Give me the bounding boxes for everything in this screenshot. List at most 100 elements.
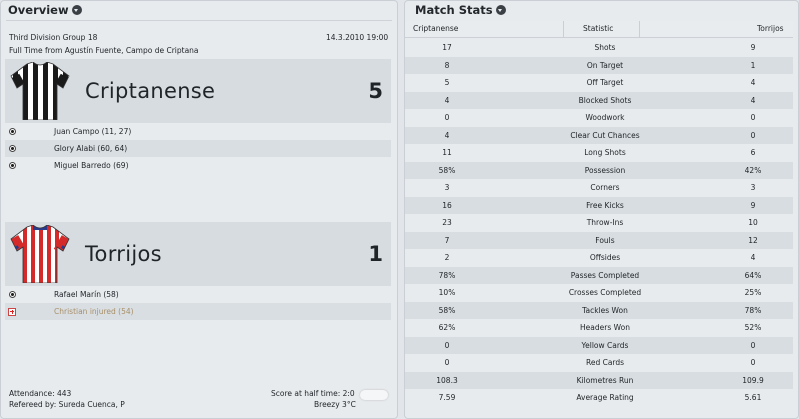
stats-stat-value: Blocked Shots	[578, 95, 632, 105]
stats-stat-value: Offsides	[589, 253, 621, 262]
stats-home-value: 23	[442, 218, 452, 227]
stats-row: 8 On Target 1	[405, 56, 793, 74]
stats-home-value: 7	[444, 235, 450, 245]
stats-home-value: 0	[444, 113, 450, 122]
stats-row: 16 Free Kicks 9	[405, 196, 793, 214]
stats-away-value: 4	[750, 95, 756, 105]
goal-ball-icon	[8, 162, 16, 169]
overview-header[interactable]: Overview	[8, 3, 82, 17]
referee[interactable]: Refereed by: Sureda Cuenca, P	[9, 400, 125, 409]
goal-ball-icon	[8, 291, 16, 298]
stats-away-value: 25%	[744, 288, 762, 297]
stats-stat-value: Shots	[594, 43, 616, 52]
home-event-text[interactable]: Glory Alabi (60, 64)	[54, 144, 127, 153]
stats-table-header: Criptanense Statistic Torrijos	[405, 21, 793, 38]
stats-stat-value: Throw-Ins	[586, 218, 624, 227]
home-team-band: Criptanense 5	[5, 59, 391, 123]
home-event-row: Juan Campo (11, 27)	[5, 123, 391, 140]
stats-stat-value: Passes Completed	[570, 270, 640, 280]
stats-stat-value: Off Target	[586, 78, 624, 87]
goal-ball-icon	[8, 145, 16, 152]
match-stats-title: Match Stats	[415, 3, 493, 17]
stats-home-value: 8	[444, 60, 450, 70]
stats-away-value: 0	[750, 358, 756, 367]
match-datetime: 14.3.2010 19:00	[326, 33, 389, 42]
stats-row: 5 Off Target 4	[405, 74, 793, 92]
stats-home-value: 4	[444, 95, 450, 105]
away-event-text[interactable]: Rafael Marín (58)	[54, 290, 119, 299]
stats-home-value: 10%	[438, 288, 456, 297]
stats-home-value: 58%	[438, 165, 456, 175]
home-team-name[interactable]: Criptanense	[85, 79, 215, 103]
away-event-row: Christian injured (54)	[5, 303, 391, 320]
stats-row: 3 Corners 3	[405, 179, 793, 197]
stats-row: 7 Fouls 12	[405, 231, 793, 249]
stats-away-value: 9	[750, 200, 756, 210]
stats-home-value: 62%	[438, 323, 456, 332]
stats-home-value: 17	[442, 43, 452, 52]
home-event-text[interactable]: Miguel Barredo (69)	[54, 161, 129, 170]
stats-away-value: 109.9	[742, 375, 764, 385]
stats-row: 78% Passes Completed 64%	[405, 266, 793, 284]
stats-away-value: 10	[748, 218, 758, 227]
header-away-team[interactable]: Torrijos	[757, 24, 784, 33]
halftime-score: Score at half time: 2:0	[271, 389, 355, 398]
stats-home-value: 58%	[438, 305, 456, 315]
stats-row: 2 Offsides 4	[405, 249, 793, 267]
stats-row: 58% Possession 42%	[405, 161, 793, 179]
stats-row: 7.59 Average Rating 5.61	[405, 389, 793, 407]
stats-away-value: 0	[750, 113, 756, 122]
competition-name[interactable]: Third Division Group 18	[9, 33, 97, 42]
stats-stat-value: Tackles Won	[582, 305, 628, 315]
overview-divider	[6, 20, 392, 21]
stats-away-value: 3	[750, 183, 756, 192]
stats-home-value: 3	[444, 183, 450, 192]
stats-home-value: 0	[444, 358, 450, 367]
home-shirt-icon	[10, 62, 70, 120]
stats-row: 17 Shots 9	[405, 39, 793, 57]
stats-stat-value: Long Shots	[584, 148, 626, 157]
stats-row: 4 Clear Cut Chances 0	[405, 126, 793, 144]
away-event-text[interactable]: Christian injured (54)	[54, 307, 134, 316]
stats-stat-value: Headers Won	[580, 323, 630, 332]
stats-stat-value: On Target	[586, 60, 624, 70]
stats-home-value: 5	[444, 78, 450, 87]
header-statistic[interactable]: Statistic	[583, 24, 613, 33]
stats-home-value: 108.3	[436, 375, 458, 385]
stats-home-value: 4	[444, 130, 450, 140]
stats-stat-value: Possession	[584, 165, 626, 175]
stats-away-value: 4	[750, 78, 756, 87]
stats-stat-value: Corners	[590, 183, 620, 192]
chevron-down-icon[interactable]	[495, 5, 506, 15]
stats-home-value: 2	[444, 253, 450, 262]
away-shirt-icon	[10, 225, 70, 283]
column-separator	[563, 21, 564, 38]
goal-ball-icon	[8, 128, 16, 135]
away-team-name[interactable]: Torrijos	[85, 242, 162, 266]
stats-row: 10% Crosses Completed 25%	[405, 284, 793, 302]
stats-home-value: 78%	[438, 270, 456, 280]
stats-away-value: 9	[750, 43, 756, 52]
stats-row: 108.3 Kilometres Run 109.9	[405, 371, 793, 389]
stats-stat-value: Yellow Cards	[581, 340, 629, 350]
stats-stat-value: Kilometres Run	[576, 375, 634, 385]
stats-row: 0 Yellow Cards 0	[405, 336, 793, 354]
stats-away-value: 52%	[744, 323, 762, 332]
home-event-row: Glory Alabi (60, 64)	[5, 140, 391, 157]
injury-cross-icon	[8, 307, 16, 316]
chevron-down-icon[interactable]	[71, 5, 82, 15]
stats-home-value: 7.59	[438, 393, 456, 402]
overview-title: Overview	[8, 3, 69, 17]
stats-stat-value: Red Cards	[585, 358, 625, 367]
stats-stat-value: Clear Cut Chances	[570, 130, 640, 140]
home-event-text[interactable]: Juan Campo (11, 27)	[54, 127, 131, 136]
stats-away-value: 42%	[744, 165, 762, 175]
header-home-team[interactable]: Criptanense	[413, 24, 458, 33]
stats-away-value: 64%	[744, 270, 762, 280]
stats-row: 58% Tackles Won 78%	[405, 301, 793, 319]
stats-stat-value: Free Kicks	[586, 200, 624, 210]
match-stats-header[interactable]: Match Stats	[415, 3, 506, 17]
away-team-score: 1	[368, 242, 383, 266]
stats-away-value: 78%	[744, 305, 762, 315]
stats-row: 62% Headers Won 52%	[405, 319, 793, 337]
